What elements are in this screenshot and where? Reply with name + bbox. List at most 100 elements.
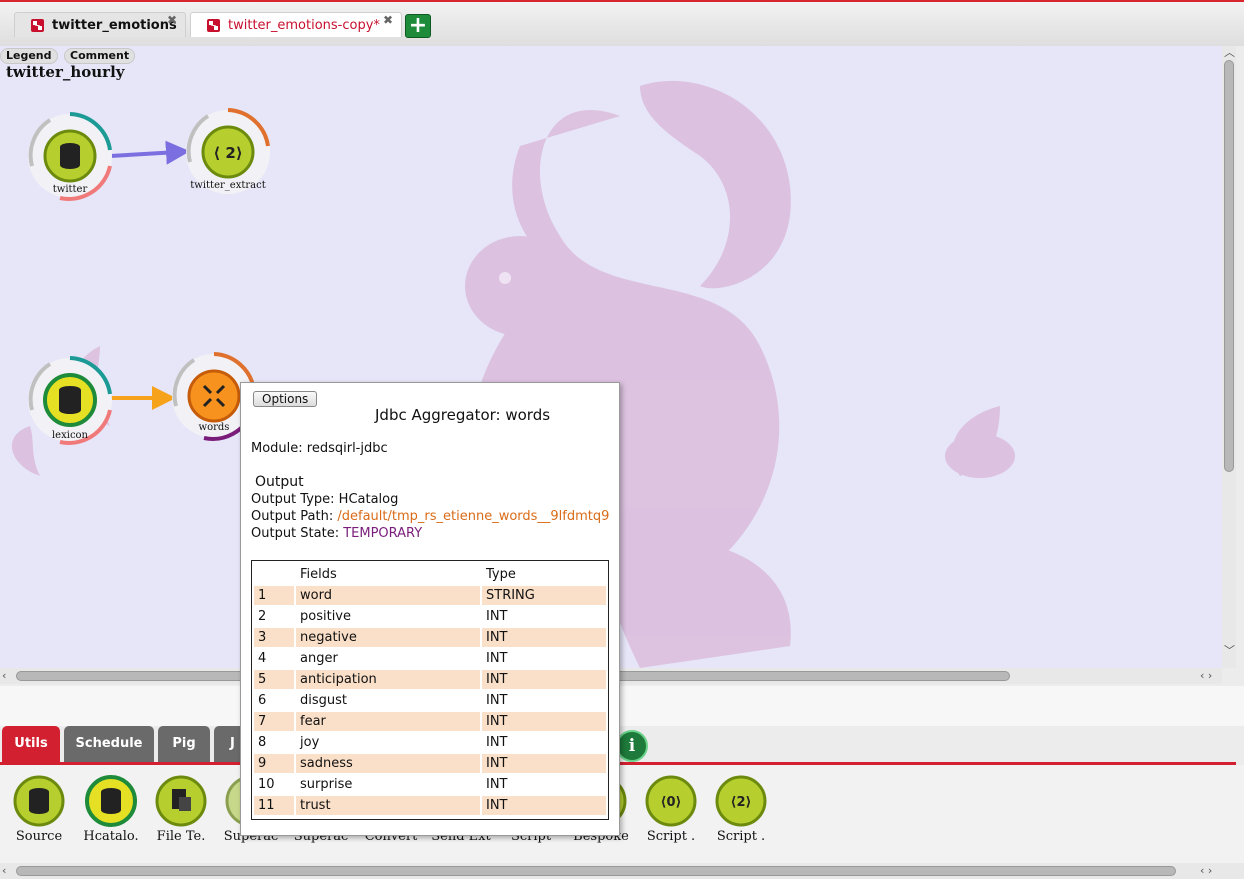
module-text: Module: redsqirl-jdbc xyxy=(251,441,388,456)
palette-item-script-2[interactable]: ⟨2⟩ Script . xyxy=(706,775,776,844)
cell-type: INT xyxy=(482,712,606,731)
cell-field: disgust xyxy=(300,693,347,708)
script-2-icon: ⟨2⟩ xyxy=(715,775,767,827)
tab-schedule[interactable]: Schedule xyxy=(64,726,154,762)
table-row[interactable]: 3 negative INT xyxy=(254,628,606,647)
cell-n: 6 xyxy=(258,693,267,708)
svg-text:⟨ 2⟩: ⟨ 2⟩ xyxy=(213,144,242,162)
action-palette: Source Hcatalo. File Te. Superac Superac… xyxy=(0,765,1244,863)
palette-item-hcatalog[interactable]: Hcatalo. xyxy=(76,775,146,844)
output-type-label: Output Type: xyxy=(251,492,339,507)
cell-type: INT xyxy=(486,609,508,624)
column-header-type: Type xyxy=(486,567,516,582)
output-path-value: /default/tmp_rs_etienne_words__9lfdmtq9 xyxy=(337,509,610,524)
cell-n: 1 xyxy=(254,586,294,605)
scroll-left-icon[interactable]: ‹ xyxy=(2,670,6,681)
output-heading: Output xyxy=(255,474,304,490)
status-strip xyxy=(0,686,1244,726)
column-header-fields: Fields xyxy=(300,567,337,582)
table-row[interactable]: 2 positive INT xyxy=(254,607,606,626)
cell-field: positive xyxy=(300,609,351,624)
cell-type: INT xyxy=(482,796,606,815)
tab-utils[interactable]: Utils xyxy=(2,726,60,762)
database-icon xyxy=(13,775,65,827)
workflow-icon xyxy=(31,18,44,32)
cell-field: trust xyxy=(296,796,480,815)
cell-n: 2 xyxy=(258,609,267,624)
palette-horizontal-scrollbar[interactable]: ‹ ‹ › xyxy=(0,863,1244,879)
cell-n: 4 xyxy=(258,651,267,666)
table-row[interactable]: 4 anger INT xyxy=(254,649,606,668)
column-header-index xyxy=(254,565,294,584)
scroll-right-icon[interactable]: ‹ › xyxy=(1200,670,1212,681)
cell-field: fear xyxy=(296,712,480,731)
table-header-row: Fields Type xyxy=(254,565,606,584)
scroll-up-icon[interactable]: ︿ xyxy=(1224,47,1235,58)
output-state-label: Output State: xyxy=(251,526,344,541)
cell-n: 11 xyxy=(254,796,294,815)
scroll-down-icon[interactable]: ﹀ xyxy=(1224,645,1235,656)
output-type-value: HCatalog xyxy=(338,492,399,507)
cell-n: 10 xyxy=(258,777,275,792)
palette-item-label: File Te. xyxy=(156,829,206,844)
output-type: Output Type: HCatalog xyxy=(251,492,398,507)
svg-text:⟨0⟩: ⟨0⟩ xyxy=(661,795,682,810)
table-row[interactable]: 8 joy INT xyxy=(254,733,606,752)
cell-n: 5 xyxy=(254,670,294,689)
tab-label: twitter_emotions-copy* xyxy=(228,17,380,33)
cell-type: INT xyxy=(486,735,508,750)
node-twitter[interactable]: twitter xyxy=(20,106,120,206)
link-twitter-extract[interactable] xyxy=(109,140,190,165)
cell-field: anticipation xyxy=(296,670,480,689)
options-button[interactable]: Options xyxy=(253,391,318,407)
node-label: lexicon xyxy=(51,430,88,441)
cell-type: INT xyxy=(486,651,508,666)
table-row[interactable]: 6 disgust INT xyxy=(254,691,606,710)
close-tab-icon[interactable]: ✖ xyxy=(383,13,393,27)
tab-twitter-emotions-copy[interactable]: twitter_emotions-copy* ✖ xyxy=(190,12,402,37)
table-row[interactable]: 1 word STRING xyxy=(254,586,606,605)
close-tab-icon[interactable]: ✖ xyxy=(167,13,177,27)
output-path: Output Path: /default/tmp_rs_etienne_wor… xyxy=(251,509,609,524)
script-0-icon: ⟨0⟩ xyxy=(645,775,697,827)
output-state: Output State: TEMPORARY xyxy=(251,526,422,541)
table-row[interactable]: 9 sadness INT xyxy=(254,754,606,773)
palette-scroll-thumb[interactable] xyxy=(16,866,1176,876)
popup-title: Jdbc Aggregator: words xyxy=(375,406,551,424)
vertical-scroll-thumb[interactable] xyxy=(1224,60,1234,472)
cell-n: 9 xyxy=(254,754,294,773)
cell-field: surprise xyxy=(300,777,353,792)
table-row[interactable]: 5 anticipation INT xyxy=(254,670,606,689)
palette-item-label: Script . xyxy=(646,829,696,844)
node-label: twitter xyxy=(52,184,88,195)
palette-item-source[interactable]: Source xyxy=(4,775,74,844)
workflow-icon xyxy=(207,18,220,32)
scroll-left-icon[interactable]: ‹ xyxy=(2,865,6,876)
tab-label: twitter_emotions xyxy=(52,17,177,33)
scroll-right-icon[interactable]: ‹ › xyxy=(1200,865,1212,876)
palette-item-script-0[interactable]: ⟨0⟩ Script . xyxy=(636,775,706,844)
tab-twitter-emotions[interactable]: twitter_emotions ✖ xyxy=(14,12,186,37)
node-twitter-extract[interactable]: ⟨ 2⟩ twitter_extract xyxy=(178,102,278,202)
cell-n: 3 xyxy=(254,628,294,647)
output-path-label: Output Path: xyxy=(251,509,338,524)
add-tab-button[interactable]: + xyxy=(405,14,431,38)
database-icon xyxy=(85,775,137,827)
palette-item-file-text[interactable]: File Te. xyxy=(146,775,216,844)
info-button[interactable]: i xyxy=(616,730,648,762)
cell-type: STRING xyxy=(482,586,606,605)
table-row[interactable]: 10 surprise INT xyxy=(254,775,606,794)
table-row[interactable]: 11 trust INT xyxy=(254,796,606,815)
output-state-value: TEMPORARY xyxy=(343,526,423,541)
tab-bar: twitter_emotions ✖ twitter_emotions-copy… xyxy=(0,0,1244,46)
palette-item-label: Source xyxy=(15,829,63,844)
node-details-popup: Options Jdbc Aggregator: words Module: r… xyxy=(240,382,620,836)
cell-field: joy xyxy=(300,735,320,750)
node-lexicon[interactable]: lexicon xyxy=(20,350,120,450)
tab-pig[interactable]: Pig xyxy=(158,726,210,762)
canvas-vertical-scrollbar[interactable]: ︿ ﹀ xyxy=(1222,46,1236,668)
node-label: twitter_extract xyxy=(190,180,266,191)
table-row[interactable]: 7 fear INT xyxy=(254,712,606,731)
cell-n: 8 xyxy=(258,735,267,750)
app-window: twitter_emotions ✖ twitter_emotions-copy… xyxy=(0,0,1244,879)
